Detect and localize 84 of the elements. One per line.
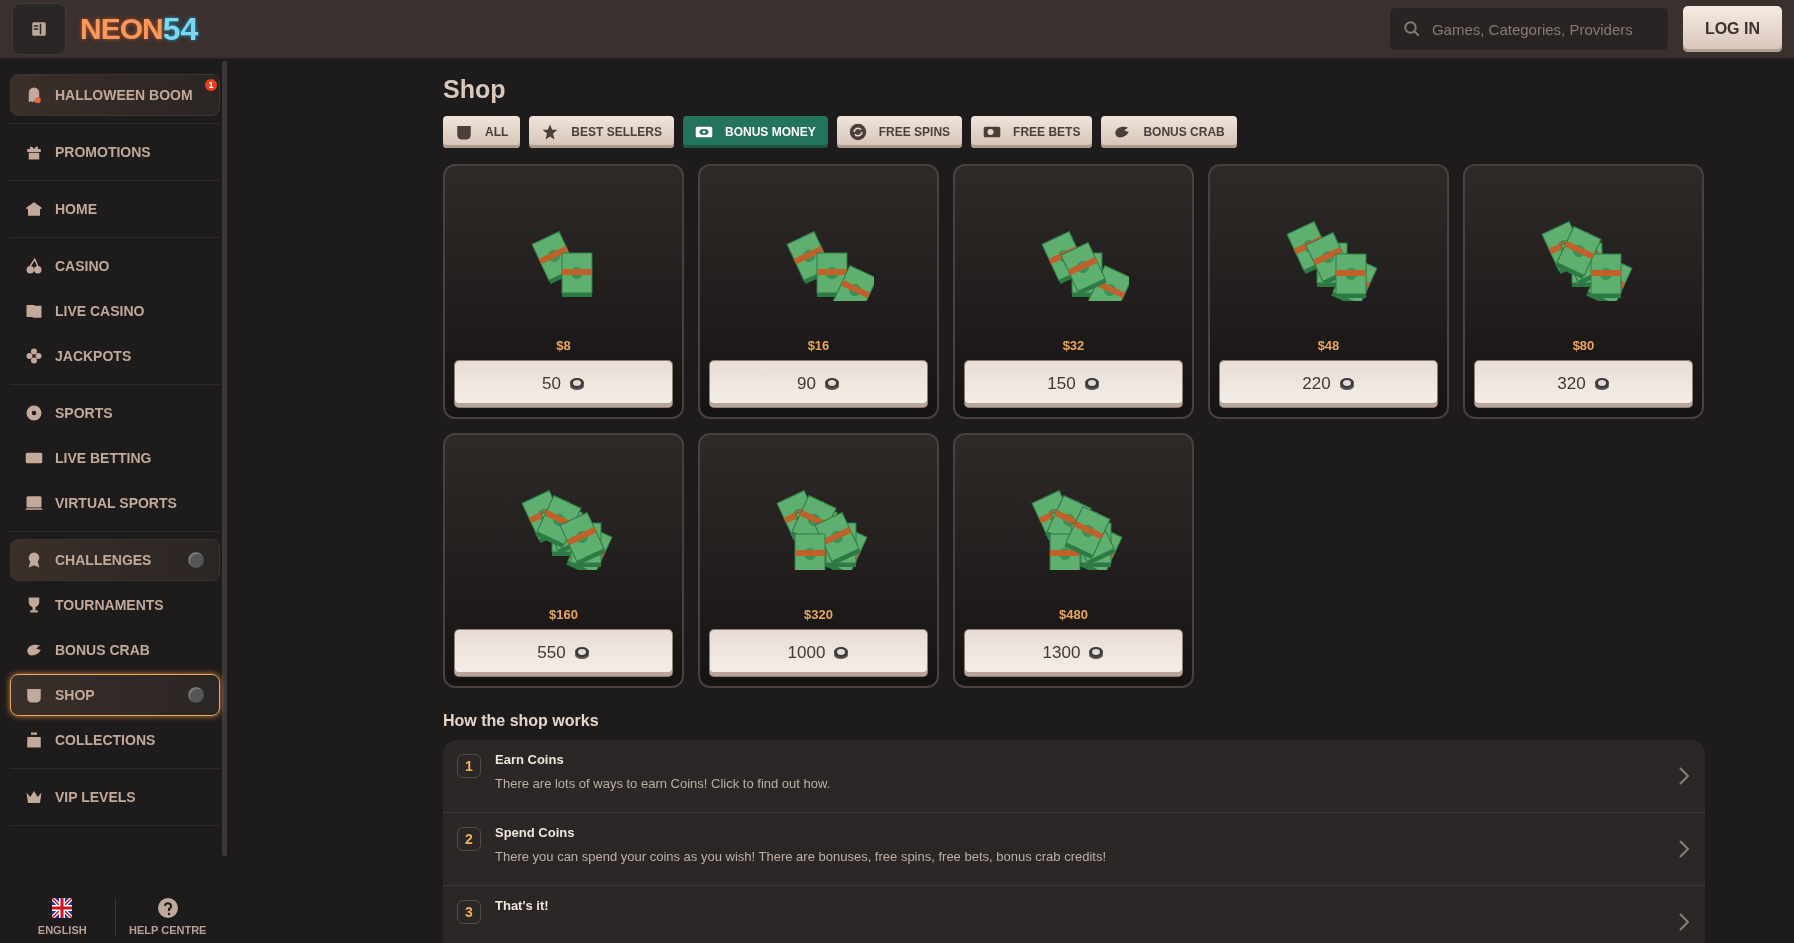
login-button[interactable]: LOG IN <box>1682 6 1782 52</box>
sidebar-item[interactable]: HALLOWEEN BOOM 1 <box>10 74 220 116</box>
coin-icon <box>1593 377 1610 391</box>
monitor-icon <box>25 494 43 512</box>
coin-icon <box>1083 377 1100 391</box>
star-icon <box>541 123 560 141</box>
step-title: Spend Coins <box>495 825 576 840</box>
item-price: $48 <box>1317 338 1340 353</box>
buy-button[interactable]: 320 <box>1475 361 1692 407</box>
sidebar-item[interactable]: BONUS CRAB <box>10 629 220 671</box>
search-field[interactable]: Games, Categories, Providers <box>1388 7 1669 51</box>
notification-badge: 1 <box>205 79 217 91</box>
coin-icon <box>833 646 850 660</box>
chevron-right-icon <box>1677 839 1691 859</box>
item-price: $160 <box>549 607 578 622</box>
help-icon <box>157 898 178 918</box>
chest-icon <box>25 731 43 749</box>
item-price: $32 <box>1062 338 1085 353</box>
category-tab[interactable]: FREE SPINS <box>836 116 963 148</box>
step-title: That's it! <box>495 898 550 913</box>
bag-icon <box>25 686 43 704</box>
step-title: Earn Coins <box>495 752 565 767</box>
cards-icon <box>25 302 43 320</box>
sidebar-item[interactable]: VIP LEVELS <box>10 776 220 818</box>
item-price: $480 <box>1059 607 1088 622</box>
page-title: Shop <box>443 75 507 104</box>
coin-icon <box>823 377 840 391</box>
step-number: 2 <box>457 827 481 851</box>
item-price: $320 <box>804 607 833 622</box>
chevron-right-icon <box>1677 912 1691 932</box>
buy-button[interactable]: 220 <box>1220 361 1437 407</box>
logo-number[interactable]: 54 <box>162 10 199 48</box>
help-centre-link[interactable]: HELP CENTRE <box>114 898 220 936</box>
bag-icon <box>455 123 473 141</box>
buy-button[interactable]: 550 <box>455 630 672 676</box>
category-tab[interactable]: ALL <box>443 116 521 148</box>
item-price: $16 <box>807 338 830 353</box>
sidebar-item[interactable]: TOURNAMENTS <box>10 584 220 626</box>
flag-icon <box>52 898 73 918</box>
sidebar-item[interactable]: LIVE CASINO <box>10 290 220 332</box>
item-price: $8 <box>556 338 571 353</box>
category-tab[interactable]: BONUS CRAB <box>1101 116 1237 148</box>
category-tab[interactable]: FREE BETS <box>971 116 1093 148</box>
sidebar-item[interactable]: CASINO <box>10 245 220 287</box>
soccer-ball-icon <box>25 404 43 422</box>
coin-icon <box>573 646 590 660</box>
sidebar-item[interactable]: PROMOTIONS <box>10 131 220 173</box>
refresh-icon <box>848 123 867 141</box>
sidebar-item[interactable]: CHALLENGES <box>10 539 220 581</box>
buy-button[interactable]: 1300 <box>965 630 1182 676</box>
sidebar-item[interactable]: COLLECTIONS <box>10 719 220 761</box>
sidebar-item[interactable]: SHOP <box>10 674 220 716</box>
step-row[interactable]: 3 That's it! <box>443 886 1705 943</box>
section-heading: How the shop works <box>443 712 600 730</box>
language-selector[interactable]: ENGLISH <box>10 898 115 936</box>
category-tab[interactable]: BONUS MONEY <box>683 116 828 148</box>
panel-icon <box>30 20 48 38</box>
scrollbar[interactable] <box>222 61 227 856</box>
coin-icon <box>1338 377 1355 391</box>
sidebar-item[interactable]: VIRTUAL SPORTS <box>10 482 220 524</box>
step-row[interactable]: 1 Earn Coins There are lots of ways to earn Coins! Click to find out how. <box>443 740 1705 813</box>
step-number: 3 <box>457 900 481 924</box>
sidebar-item[interactable]: SPORTS <box>10 392 220 434</box>
clover-icon <box>25 347 43 365</box>
category-tab[interactable]: BEST SELLERS <box>529 116 674 148</box>
home-icon <box>25 200 43 218</box>
coin-icon <box>568 377 585 391</box>
sidebar-toggle-button[interactable] <box>12 3 66 55</box>
sidebar-item[interactable]: HOME <box>10 188 220 230</box>
buy-button[interactable]: 90 <box>710 361 927 407</box>
coin-icon <box>1088 646 1105 660</box>
item-price: $80 <box>1572 338 1595 353</box>
sidebar-item[interactable]: JACKPOTS <box>10 335 220 377</box>
chevron-right-icon <box>1677 766 1691 786</box>
buy-button[interactable]: 50 <box>455 361 672 407</box>
buy-button[interactable]: 150 <box>965 361 1182 407</box>
buy-button[interactable]: 1000 <box>710 630 927 676</box>
cherries-icon <box>25 257 43 275</box>
sidebar-item[interactable]: LIVE BETTING <box>10 437 220 479</box>
step-description: There are lots of ways to earn Coins! Click to find out how. <box>495 776 832 791</box>
step-number: 1 <box>457 754 481 778</box>
step-row[interactable]: 2 Spend Coins There you can spend your coins as you wish! There are bonuses, free spins, free bets, bonus crab credits! <box>443 813 1705 886</box>
logo-wordmark[interactable]: NEON <box>80 12 163 46</box>
step-description: There you can spend your coins as you wish! There are bonuses, free spins, free bets, bonus crab credits! <box>495 849 1108 864</box>
